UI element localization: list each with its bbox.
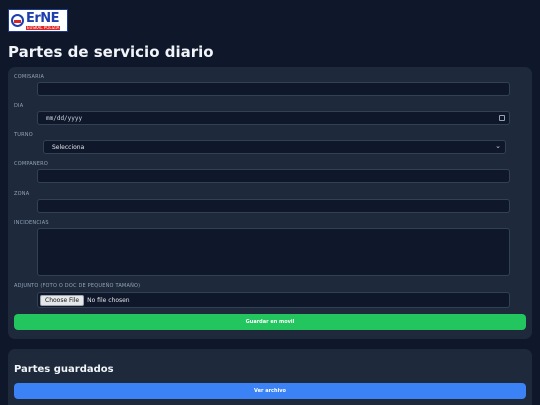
logo-text: ErNE EUSKAL POLIZIA (26, 10, 61, 30)
companero-input[interactable] (37, 169, 510, 183)
turno-selected-value: Selecciona (52, 143, 85, 151)
chevron-down-icon: ⌄ (495, 142, 501, 150)
view-file-button[interactable]: Ver archivo (14, 383, 526, 399)
saved-reports-card: Partes guardados Ver archivo (8, 349, 532, 405)
saved-reports-title: Partes guardados (14, 364, 114, 375)
dia-label: DIA (14, 103, 24, 109)
turno-label: TURNO (14, 132, 33, 138)
page-title: Partes de servicio diario (8, 43, 214, 61)
comisaria-label: COMISARIA (14, 74, 45, 80)
adjunto-label: ADJUNTO (FOTO O DOC DE PEQUEÑO TAMAÑO) (14, 283, 141, 289)
comisaria-input[interactable] (37, 82, 510, 96)
file-status-text: No file chosen (87, 296, 130, 304)
erne-logo: ErNE EUSKAL POLIZIA (8, 9, 68, 32)
ertzaintza-emblem-icon (11, 14, 24, 27)
dia-date-input[interactable]: mm/dd/yyyy (37, 111, 510, 125)
adjunto-file-input[interactable]: Choose File No file chosen (37, 292, 510, 308)
zona-input[interactable] (37, 199, 510, 213)
save-on-mobile-button[interactable]: Guardar en movil (14, 314, 526, 330)
incidencias-textarea[interactable] (37, 228, 510, 276)
zona-label: ZONA (14, 191, 30, 197)
incidencias-label: INCIDENCIAS (14, 220, 49, 226)
report-form-card: COMISARIA DIA mm/dd/yyyy TURNO Seleccion… (8, 67, 532, 339)
logo-sub-text: EUSKAL POLIZIA (26, 24, 61, 30)
logo-main-text: ErNE (26, 10, 60, 26)
choose-file-button[interactable]: Choose File (40, 294, 85, 306)
turno-select[interactable]: Selecciona ⌄ (43, 140, 506, 154)
companero-label: COMPANERO (14, 161, 48, 167)
calendar-icon[interactable] (499, 115, 505, 121)
dia-placeholder: mm/dd/yyyy (46, 114, 83, 122)
